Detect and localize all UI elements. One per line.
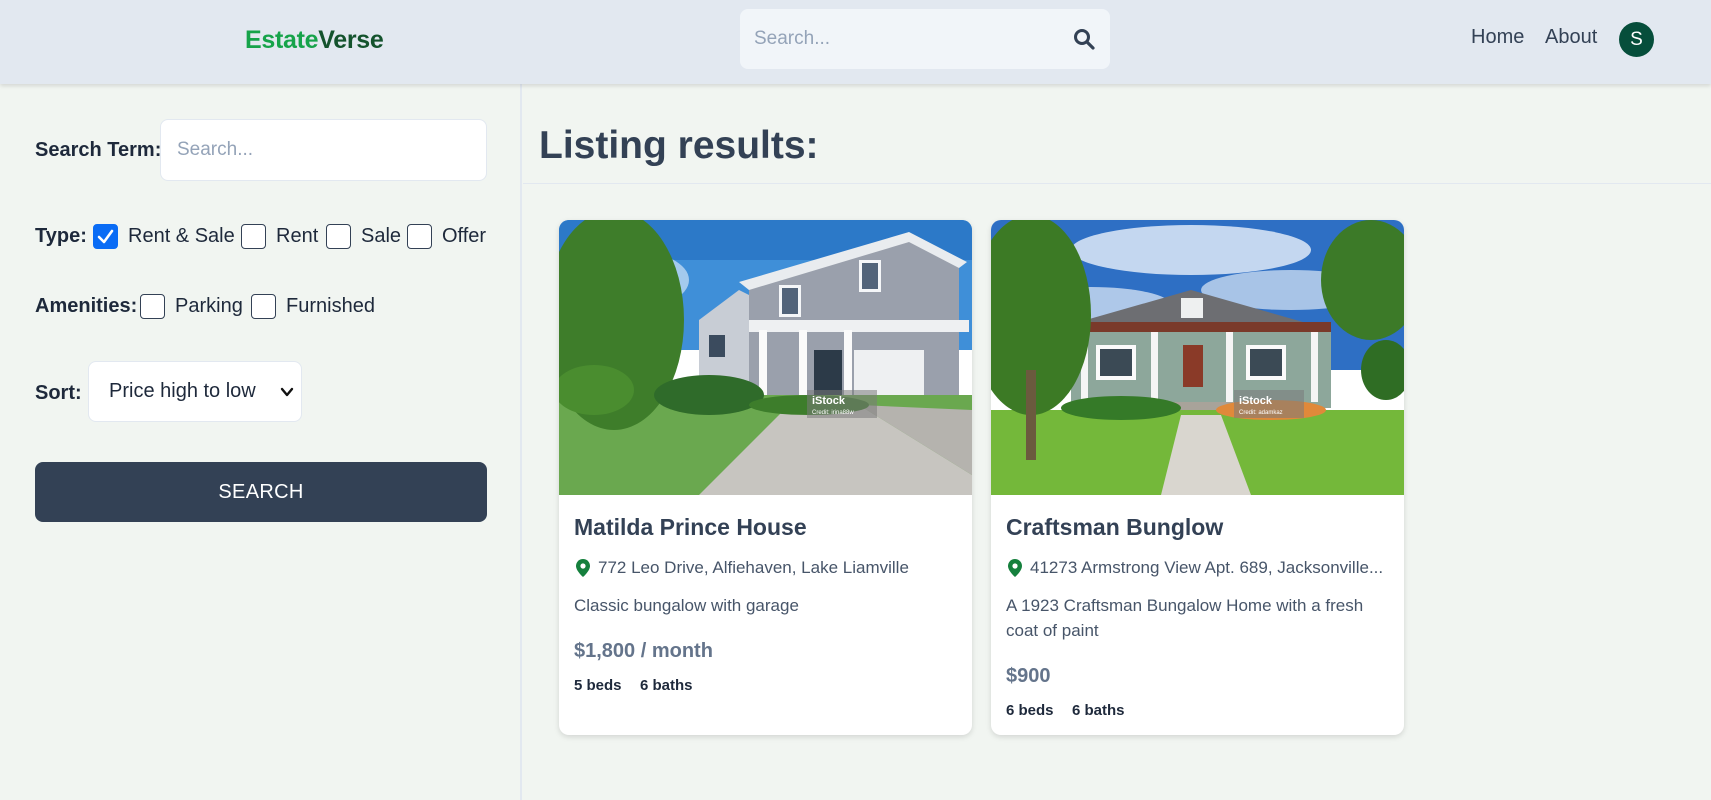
listing-address-text: 772 Leo Drive, Alfiehaven, Lake Liamvill… (598, 558, 909, 577)
listing-address: 41273 Armstrong View Apt. 689, Jacksonvi… (1006, 558, 1391, 578)
type-rent-sale-label: Rent & Sale (128, 225, 235, 247)
type-label: Type: (35, 225, 87, 247)
house-photo: iStock Credit: irina88w (559, 220, 972, 495)
listing-baths: 6 baths (640, 677, 693, 694)
top-navbar: EstateVerse Home About S (0, 0, 1711, 84)
search-icon[interactable] (1072, 27, 1096, 51)
title-divider (523, 183, 1711, 184)
type-offer-checkbox[interactable] (407, 224, 432, 249)
page-title: Listing results: (539, 124, 819, 167)
listing-description: A 1923 Craftsman Bungalow Home with a fr… (1006, 596, 1364, 640)
listing-photo[interactable]: iStock Credit: irina88w (559, 220, 972, 495)
chevron-down-icon (280, 387, 294, 397)
search-term-label: Search Term: (35, 139, 162, 161)
nav-link-about[interactable]: About (1545, 26, 1597, 49)
listing-card[interactable]: iStock Credit: irina88w Matilda Prince H… (559, 220, 972, 735)
sort-select[interactable]: Price high to low (88, 361, 302, 422)
type-rent-sale-checkbox[interactable] (93, 224, 118, 249)
listing-title[interactable]: Craftsman Bunglow (1006, 514, 1223, 541)
house-photo: iStock Credit: adamkaz (991, 220, 1404, 495)
amenity-furnished-label: Furnished (286, 295, 375, 317)
listing-beds: 5 beds (574, 677, 622, 694)
listing-price: $1,800 / month (574, 640, 713, 662)
type-rent-label: Rent (276, 225, 319, 247)
header-search-input[interactable] (754, 9, 1054, 69)
listing-title[interactable]: Matilda Prince House (574, 514, 807, 541)
sort-label: Sort: (35, 382, 82, 404)
logo-estate: Estate (245, 26, 319, 54)
amenity-parking-label: Parking (175, 295, 243, 317)
listing-address: 772 Leo Drive, Alfiehaven, Lake Liamvill… (574, 558, 959, 578)
amenity-parking-checkbox[interactable] (140, 294, 165, 319)
filter-sidebar: Search Term: Type: Rent & Sale Rent Sale… (0, 84, 522, 800)
photo-watermark: iStock (812, 395, 846, 407)
location-pin-icon (576, 559, 590, 577)
type-sale-checkbox[interactable] (326, 224, 351, 249)
search-button[interactable]: SEARCH (35, 462, 487, 522)
location-pin-icon (1008, 559, 1022, 577)
listing-description: Classic bungalow with garage (574, 596, 799, 615)
logo-verse: Verse (318, 26, 384, 54)
listing-address-text: 41273 Armstrong View Apt. 689, Jacksonvi… (1030, 558, 1384, 577)
listing-photo[interactable]: iStock Credit: adamkaz (991, 220, 1404, 495)
type-offer-label: Offer (442, 225, 487, 247)
search-term-input[interactable] (160, 119, 487, 181)
listing-baths: 6 baths (1072, 702, 1125, 719)
amenity-furnished-checkbox[interactable] (251, 294, 276, 319)
listing-card[interactable]: iStock Credit: adamkaz Craftsman Bunglow… (991, 220, 1404, 735)
photo-credit: Credit: adamkaz (1239, 410, 1283, 416)
checkmark-icon (97, 229, 114, 244)
photo-watermark: iStock (1239, 395, 1273, 407)
type-rent-checkbox[interactable] (241, 224, 266, 249)
nav-link-home[interactable]: Home (1471, 26, 1524, 49)
site-logo[interactable]: EstateVerse (245, 26, 384, 55)
header-search-bar (740, 9, 1110, 69)
type-sale-label: Sale (361, 225, 402, 247)
user-avatar[interactable]: S (1619, 22, 1654, 57)
sort-selected-value: Price high to low (109, 380, 256, 402)
listing-price: $900 (1006, 665, 1051, 687)
listing-beds: 6 beds (1006, 702, 1054, 719)
amenities-label: Amenities: (35, 295, 138, 317)
photo-credit: Credit: irina88w (812, 410, 854, 416)
